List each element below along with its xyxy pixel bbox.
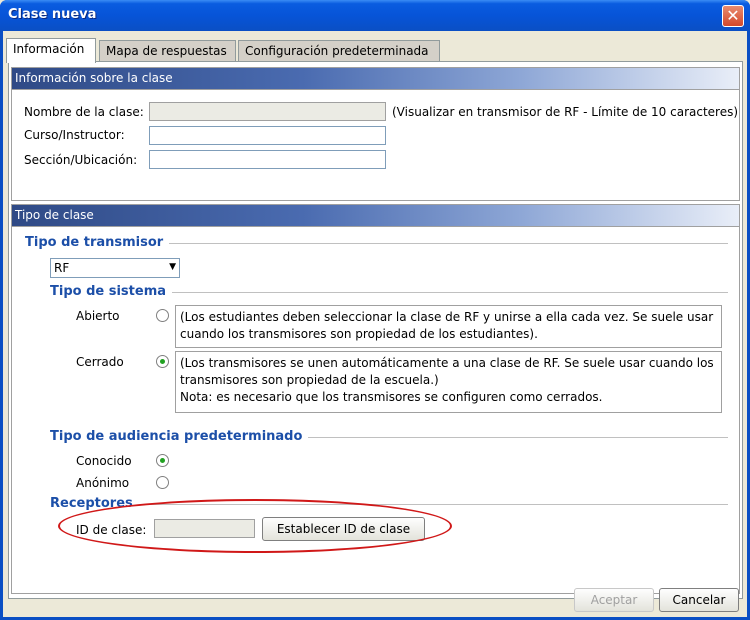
closed-label: Cerrado bbox=[76, 355, 124, 369]
open-description: (Los estudiantes deben seleccionar la cl… bbox=[175, 305, 722, 348]
open-desc-line1: (Los estudiantes deben seleccionar la cl… bbox=[180, 310, 714, 324]
class-name-label: Nombre de la clase: bbox=[24, 105, 144, 119]
transmitter-type-select[interactable]: RF ▼ bbox=[50, 258, 180, 278]
closed-desc-line3: Nota: es necesario que los transmisores … bbox=[180, 390, 603, 404]
section-input[interactable] bbox=[149, 150, 386, 169]
audience-rule bbox=[290, 437, 728, 438]
anonymous-label: Anónimo bbox=[76, 476, 130, 490]
transmitter-type-title: Tipo de transmisor bbox=[25, 235, 170, 250]
open-label: Abierto bbox=[76, 309, 120, 323]
title-bar[interactable]: Clase nueva ✕ bbox=[0, 0, 750, 31]
highlight-ellipse bbox=[58, 499, 452, 553]
anonymous-radio[interactable] bbox=[156, 476, 169, 489]
transmitter-type-value: RF bbox=[54, 261, 70, 275]
tab-mapa-respuestas[interactable]: Mapa de respuestas bbox=[99, 40, 236, 62]
class-info-section: Información sobre la clase Nombre de la … bbox=[11, 67, 740, 201]
known-radio[interactable] bbox=[156, 454, 169, 467]
close-button[interactable]: ✕ bbox=[722, 5, 744, 27]
closed-description: (Los transmisores se unen automáticament… bbox=[175, 351, 722, 413]
open-radio[interactable] bbox=[156, 309, 169, 322]
audience-type-title: Tipo de audiencia predeterminado bbox=[50, 429, 309, 444]
known-label: Conocido bbox=[76, 454, 132, 468]
course-label: Curso/Instructor: bbox=[24, 128, 125, 142]
window-title: Clase nueva bbox=[8, 7, 97, 22]
closed-radio[interactable] bbox=[156, 355, 169, 368]
system-rule bbox=[162, 292, 728, 293]
class-type-header: Tipo de clase bbox=[12, 205, 739, 227]
class-name-hint: (Visualizar en transmisor de RF - Límite… bbox=[392, 105, 739, 119]
dialog-client: Información Mapa de respuestas Configura… bbox=[3, 31, 747, 617]
tab-panel: Información sobre la clase Nombre de la … bbox=[8, 61, 743, 599]
class-type-section: Tipo de clase Tipo de transmisor RF ▼ Ti… bbox=[11, 204, 740, 594]
chevron-down-icon: ▼ bbox=[169, 262, 176, 272]
cancel-button[interactable]: Cancelar bbox=[659, 588, 739, 612]
tab-informacion[interactable]: Información bbox=[6, 38, 96, 63]
closed-desc-line2: transmisores son propiedad de la escuela… bbox=[180, 373, 439, 387]
class-info-header: Información sobre la clase bbox=[12, 68, 739, 90]
open-desc-line2: cuando los transmisores son propiedad de… bbox=[180, 327, 538, 341]
dialog-window: Clase nueva ✕ Información Mapa de respue… bbox=[0, 0, 750, 620]
class-name-input[interactable] bbox=[149, 102, 386, 121]
tab-configuracion[interactable]: Configuración predeterminada bbox=[238, 40, 440, 62]
system-type-title: Tipo de sistema bbox=[50, 284, 173, 299]
course-input[interactable] bbox=[149, 126, 386, 145]
accept-button[interactable]: Aceptar bbox=[574, 588, 654, 612]
section-label: Sección/Ubicación: bbox=[24, 153, 138, 167]
closed-desc-line1: (Los transmisores se unen automáticament… bbox=[180, 356, 714, 370]
transmitter-rule bbox=[152, 243, 728, 244]
